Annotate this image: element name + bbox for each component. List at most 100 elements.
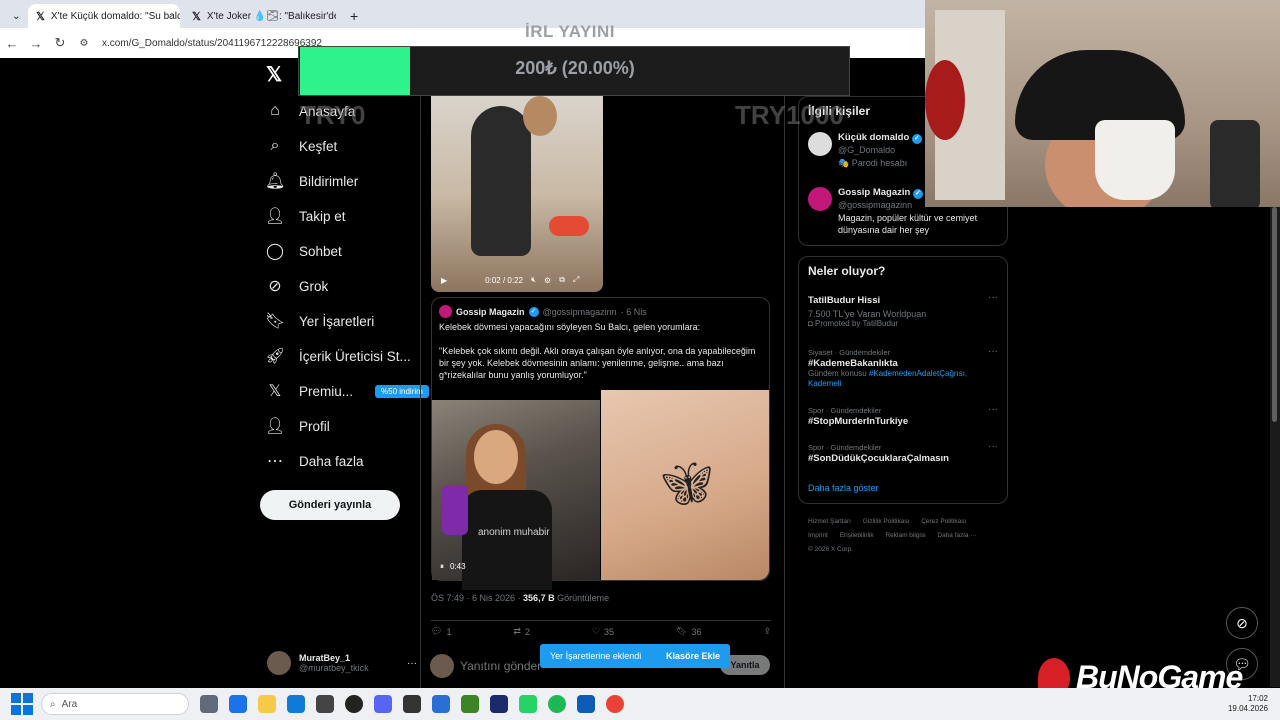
- minecraft-icon[interactable]: [461, 695, 479, 713]
- reload-icon[interactable]: ↻: [48, 35, 72, 51]
- video-frame-tomatoes: [549, 216, 589, 236]
- nav-item-profile[interactable]: 👤︎ Profil: [265, 410, 330, 442]
- trend-item[interactable]: ··· Siyaset · Gündemdekiler #KademeBakan…: [808, 346, 998, 389]
- video-frame-head: [523, 96, 557, 136]
- nav-item-notifications[interactable]: 🔔︎ Bildirimler: [265, 165, 358, 197]
- trend-meta: Spor · Gündemdekiler: [808, 406, 882, 415]
- reply-input[interactable]: [460, 659, 550, 673]
- network-icon[interactable]: [577, 695, 595, 713]
- more-icon[interactable]: ···: [988, 441, 998, 452]
- discord-icon[interactable]: [374, 695, 392, 713]
- repost-action[interactable]: ⇄ 2: [513, 625, 530, 638]
- trend-name: #KademeBakanlıkta: [808, 358, 898, 369]
- post-button[interactable]: Gönderi yayınla: [260, 490, 400, 520]
- tab-list-chevron-icon[interactable]: ⌄: [4, 4, 24, 28]
- trend-name: #StopMurderInTurkiye: [808, 416, 909, 427]
- nav-item-follow[interactable]: 👤︎ Takip et: [265, 200, 346, 232]
- chrome-profile-icon[interactable]: [606, 695, 624, 713]
- taskbar-clock[interactable]: 17:02 19.04.2026: [1228, 694, 1268, 714]
- nav-item-explore[interactable]: ⌕ Keşfet: [265, 130, 338, 162]
- back-icon[interactable]: ←: [0, 36, 24, 51]
- account-switcher[interactable]: MuratBey_1 @muratbey_tkick ···: [267, 648, 417, 678]
- whatsapp-icon[interactable]: [519, 695, 537, 713]
- nav-item-chat[interactable]: ◯ Sohbet: [265, 235, 342, 267]
- obs-icon[interactable]: [345, 695, 363, 713]
- url-field[interactable]: x.com/G_Domaldo/status/20411967122286963…: [102, 38, 322, 49]
- quoted-video[interactable]: [432, 400, 600, 590]
- pause-icon[interactable]: ⏸: [440, 562, 444, 572]
- capcut-icon[interactable]: [403, 695, 421, 713]
- share-action[interactable]: ⇪: [763, 625, 771, 638]
- trend-link[interactable]: Kademeli: [808, 379, 998, 389]
- footer-link[interactable]: Hizmet Şartları: [808, 518, 851, 525]
- search-icon: ⌕: [270, 137, 280, 154]
- reply-action[interactable]: 💬︎ 1: [431, 625, 451, 638]
- nav-item-creator-studio[interactable]: 🚀︎ İçerik Üreticisi St...: [265, 340, 411, 372]
- spotify-icon[interactable]: [548, 695, 566, 713]
- site-info-icon[interactable]: ⚙: [72, 38, 96, 49]
- store-icon[interactable]: [316, 695, 334, 713]
- grok-fab-icon[interactable]: ⊘: [1226, 607, 1258, 639]
- nav-item-more[interactable]: ⋯ Daha fazla: [265, 445, 364, 477]
- chat-icon: ◯: [266, 243, 284, 260]
- play-icon[interactable]: ▶: [441, 276, 447, 285]
- donation-goal-text: 200₺ (20.00%): [515, 58, 635, 78]
- clock-time: 17:02: [1247, 694, 1268, 703]
- show-more-link[interactable]: Daha fazla göster: [808, 483, 879, 493]
- trend-item[interactable]: ··· TatilBudur Hissi 7.500 TL'ye Varan W…: [808, 292, 998, 329]
- footer-link[interactable]: Reklam bilgisi: [885, 532, 925, 539]
- share-icon: ⇪: [763, 626, 771, 636]
- reply-count: 1: [446, 626, 452, 637]
- fullscreen-icon[interactable]: ⤢: [573, 275, 579, 285]
- mute-icon[interactable]: 🔇︎: [531, 275, 536, 285]
- x-logo-icon[interactable]: 𝕏: [266, 62, 282, 87]
- butterfly-tattoo-icon: 🦋︎: [660, 460, 714, 507]
- related-user-handle: @G_Domaldo: [838, 145, 896, 155]
- like-action[interactable]: ♡ 35: [592, 625, 614, 638]
- trend-link[interactable]: #KademedenAdaletÇağrısı: [869, 369, 965, 378]
- quoted-author-handle[interactable]: @gossipmagazinn: [543, 307, 617, 317]
- more-icon[interactable]: ···: [988, 292, 998, 303]
- webcam-overlay: [925, 0, 1280, 207]
- chrome-icon[interactable]: [229, 695, 247, 713]
- tab-inactive[interactable]: 𝕏 X'te Joker 💧🌫: "Balıkesir'de ✕: [184, 4, 336, 28]
- toast-text: Yer İşaretlerine eklendi: [550, 651, 642, 661]
- trend-item[interactable]: ··· Spor · Gündemdekiler #SonDüdükÇocukl…: [808, 441, 998, 464]
- scrollbar-thumb[interactable]: [1272, 207, 1277, 422]
- footer-link[interactable]: Çerez Politikası: [921, 518, 966, 525]
- settings-icon[interactable]: ⚙: [544, 276, 551, 285]
- donation-max-label: TRY1000: [735, 100, 844, 130]
- edge-icon[interactable]: [287, 695, 305, 713]
- taskbar-search[interactable]: ⌕ Ara: [41, 693, 189, 715]
- add-to-folder-button[interactable]: Klasöre Ekle: [666, 651, 720, 661]
- quoted-text-body: "Kelebek çok sıkıntı değil. Aklı oraya ç…: [439, 346, 756, 380]
- trend-item[interactable]: ··· Spor · Gündemdekiler #StopMurderInTu…: [808, 404, 998, 427]
- bookmark-count: 36: [691, 626, 702, 637]
- footer-link[interactable]: Erişilebilirlik: [840, 532, 874, 539]
- tweet-video[interactable]: [431, 96, 603, 292]
- app-icon[interactable]: [432, 695, 450, 713]
- more-icon[interactable]: ···: [988, 404, 998, 415]
- file-explorer-icon[interactable]: [258, 695, 276, 713]
- pip-icon[interactable]: ⧉: [559, 275, 565, 285]
- nav-item-premium[interactable]: 𝕏 Premiu... %50 indirim: [265, 375, 429, 407]
- nav-item-grok[interactable]: ⊘ Grok: [265, 270, 328, 302]
- nav-item-bookmarks[interactable]: 🔖︎ Yer İşaretleri: [265, 305, 374, 337]
- bookmark-action[interactable]: 🔖︎ 36: [676, 625, 701, 638]
- tab-active[interactable]: 𝕏 X'te Küçük domaldo: "Su balcı ✕: [28, 4, 180, 28]
- footer-link[interactable]: Gizlilik Politikası: [863, 518, 910, 525]
- windows-start-icon[interactable]: [11, 693, 33, 715]
- trend-sub: Gündem konusu: [808, 369, 869, 378]
- bookmark-toast: Yer İşaretlerine eklendi Klasöre Ekle: [540, 644, 730, 668]
- donation-goal-fill: [300, 47, 410, 95]
- more-icon[interactable]: ···: [407, 658, 417, 669]
- footer-link[interactable]: Daha fazla ···: [937, 532, 976, 539]
- forward-icon[interactable]: →: [24, 36, 48, 51]
- more-icon[interactable]: ···: [988, 346, 998, 357]
- task-view-icon[interactable]: [200, 695, 218, 713]
- new-tab-button[interactable]: +: [342, 4, 362, 28]
- avatar: [439, 305, 452, 318]
- ea-icon[interactable]: [490, 695, 508, 713]
- quoted-author-name[interactable]: Gossip Magazin: [456, 307, 525, 317]
- footer-link[interactable]: Imprint: [808, 532, 828, 539]
